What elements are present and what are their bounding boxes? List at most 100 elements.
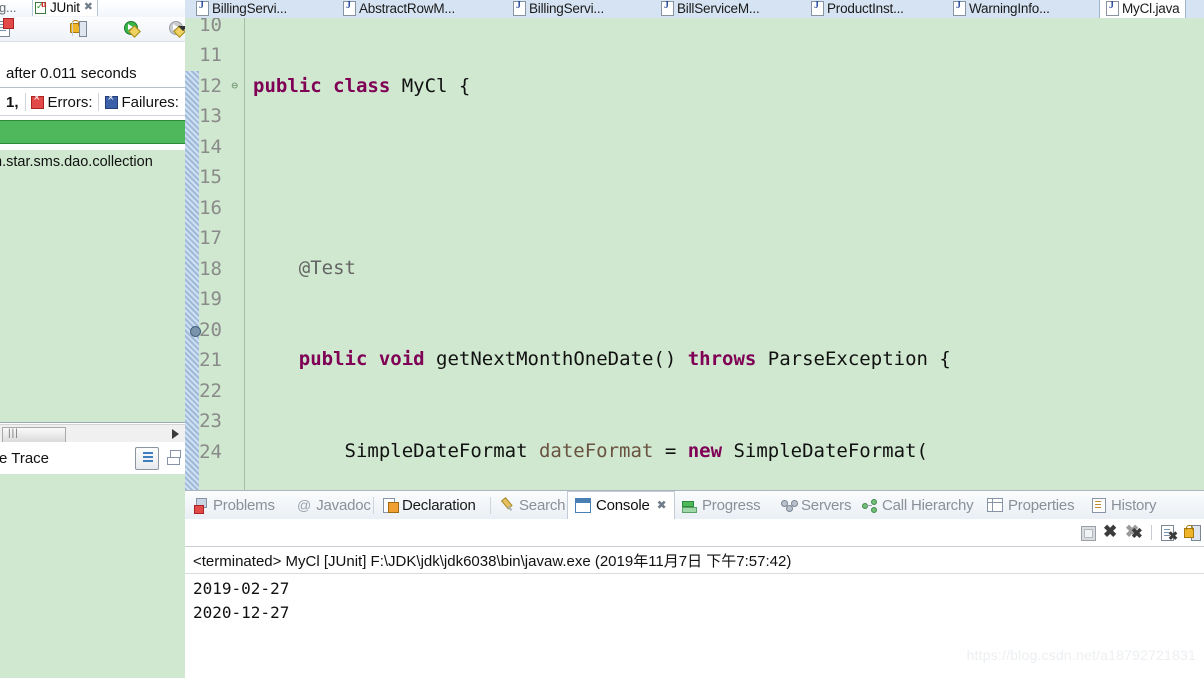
tab-javadoc[interactable]: @ Javadoc: [290, 491, 378, 519]
tab-search[interactable]: Search: [493, 491, 572, 519]
junit-runs-count: 1,: [0, 92, 25, 112]
junit-failures-count: Failures:: [99, 92, 185, 112]
tab-history[interactable]: History: [1085, 491, 1163, 519]
code-editor[interactable]: 10 11 12 ⊖ 13 14 15 16 17 18 19 20 21 22…: [185, 18, 1204, 490]
editor-tab-mycl-java[interactable]: MyCl.java: [1099, 0, 1187, 18]
properties-icon: [987, 498, 1003, 512]
line-number: 14: [199, 136, 222, 158]
line-number: 20: [199, 319, 222, 341]
java-file-icon: [661, 0, 674, 16]
tab-label: Servers: [801, 496, 852, 514]
tab-label: Progress: [702, 496, 761, 514]
folding-region-strip: [185, 71, 199, 490]
runs-value: 1,: [6, 93, 19, 111]
junit-toolbar: [0, 17, 185, 42]
editor-marker-bar[interactable]: [185, 18, 199, 490]
code-line-13[interactable]: public void getNextMonthOneDate() throws…: [245, 344, 1204, 374]
tab-label: AbstractRowM...: [359, 1, 456, 16]
junit-test-tree[interactable]: m.star.sms.dao.collection: [0, 150, 185, 423]
errors-label: Errors:: [47, 93, 93, 111]
next-failure-icon[interactable]: [0, 18, 14, 37]
tab-properties[interactable]: Properties: [980, 491, 1081, 519]
tab-label: BillingServi...: [212, 1, 288, 16]
divider: [490, 497, 491, 514]
rerun-test-icon[interactable]: [123, 20, 141, 38]
failure-trace-label: re Trace: [0, 449, 50, 467]
divider: [185, 573, 1204, 574]
tab-label: Search: [519, 496, 566, 514]
tab-label: Call Hierarchy: [882, 496, 974, 514]
declaration-icon: [383, 498, 399, 513]
editor-line-number-ruler: 10 11 12 ⊖ 13 14 15 16 17 18 19 20 21 22…: [190, 18, 245, 490]
test-tree-node[interactable]: m.star.sms.dao.collection: [0, 154, 153, 170]
failures-label: Failures:: [121, 93, 179, 111]
tab-label: WarningInfo...: [969, 1, 1050, 16]
console-process-label: <terminated> MyCl [JUnit] F:\JDK\jdk\jdk…: [193, 553, 792, 570]
collapse-all-icon[interactable]: [165, 450, 181, 465]
tab-label: ProductInst...: [827, 1, 904, 16]
junit-tree-hscrollbar[interactable]: |||: [0, 424, 185, 443]
editor-tab-3[interactable]: BillServiceM...: [655, 0, 766, 18]
line-number: 10: [199, 18, 222, 36]
tab-package-explorer-partial[interactable]: ag...: [0, 0, 16, 15]
line-number: 19: [199, 288, 222, 310]
bottom-tabbar: Problems @ Javadoc Declaration Search Co…: [185, 491, 1204, 519]
history-icon: [1092, 497, 1106, 513]
tab-label: Javadoc: [316, 496, 371, 514]
code-text-area[interactable]: public class MyCl { @Test public void ge…: [245, 18, 1204, 490]
java-file-icon: [953, 0, 966, 16]
tab-call-hierarchy[interactable]: Call Hierarchy: [855, 491, 980, 519]
tab-label: Console: [596, 497, 650, 514]
search-icon: [497, 495, 517, 515]
line-number: 24: [199, 441, 222, 463]
junit-lower-fill: [0, 474, 185, 678]
filter-stack-trace-icon[interactable]: [135, 447, 159, 470]
tab-console[interactable]: Console ✖: [567, 491, 675, 519]
console-output-line: 2020-12-27: [193, 603, 290, 622]
editor-tabbar: BillingServi... AbstractRowM... BillingS…: [185, 0, 1204, 19]
editor-tab-2[interactable]: BillingServi...: [507, 0, 610, 18]
clear-console-icon[interactable]: ✖: [1159, 524, 1178, 542]
line-number: 22: [199, 380, 222, 402]
scroll-lock-icon[interactable]: [1183, 524, 1201, 541]
remove-launch-icon[interactable]: ✖: [1103, 522, 1120, 541]
tab-label: BillServiceM...: [677, 1, 760, 16]
line-number: 15: [199, 166, 222, 188]
editor-tab-1[interactable]: AbstractRowM...: [337, 0, 461, 18]
tab-junit[interactable]: ✓ u JUnit ✖: [32, 0, 98, 16]
tab-problems[interactable]: Problems: [187, 491, 282, 519]
bottom-panel: Problems @ Javadoc Declaration Search Co…: [185, 490, 1204, 678]
editor-tab-4[interactable]: ProductInst...: [805, 0, 910, 18]
code-line-14[interactable]: SimpleDateFormat dateFormat = new Simple…: [245, 436, 1204, 466]
junit-counts-row: 1, Errors: Failures:: [0, 89, 185, 116]
editor-tab-0[interactable]: BillingServi...: [190, 0, 293, 18]
tab-servers[interactable]: Servers: [774, 491, 858, 519]
junit-view-tabbar: ag... ✓u JUnit ✖: [0, 0, 185, 17]
tab-label: Declaration: [402, 496, 476, 514]
scroll-right-icon[interactable]: [172, 429, 179, 439]
close-icon[interactable]: ✖: [84, 2, 93, 13]
code-line-10[interactable]: public class MyCl {: [245, 71, 1204, 101]
fold-collapse-icon[interactable]: ⊖: [227, 80, 238, 91]
junit-progress-bar: [0, 120, 185, 144]
code-line-11[interactable]: [245, 162, 1204, 192]
tab-progress[interactable]: Progress: [675, 491, 767, 519]
line-number: 16: [199, 197, 222, 219]
breakpoint-icon[interactable]: [190, 326, 201, 337]
code-line-12[interactable]: @Test: [245, 253, 1204, 283]
close-icon[interactable]: ✖: [657, 499, 667, 511]
line-number: 12: [199, 75, 222, 97]
tab-declaration[interactable]: Declaration: [376, 491, 483, 519]
editor-tab-5[interactable]: WarningInfo...: [947, 0, 1056, 18]
remove-all-terminated-icon[interactable]: ✖ ✖: [1125, 522, 1144, 541]
failure-trace-header: re Trace: [0, 442, 185, 475]
java-file-icon: [343, 0, 356, 16]
junit-status-line: after 0.011 seconds: [0, 60, 185, 88]
terminate-icon[interactable]: [1079, 524, 1096, 541]
console-output-line: 2019-02-27: [193, 579, 290, 598]
divider: [373, 497, 374, 514]
problems-icon: [194, 498, 208, 514]
line-number: 21: [199, 349, 222, 371]
divider: [1151, 524, 1152, 540]
junit-status-text: after 0.011 seconds: [6, 65, 137, 82]
